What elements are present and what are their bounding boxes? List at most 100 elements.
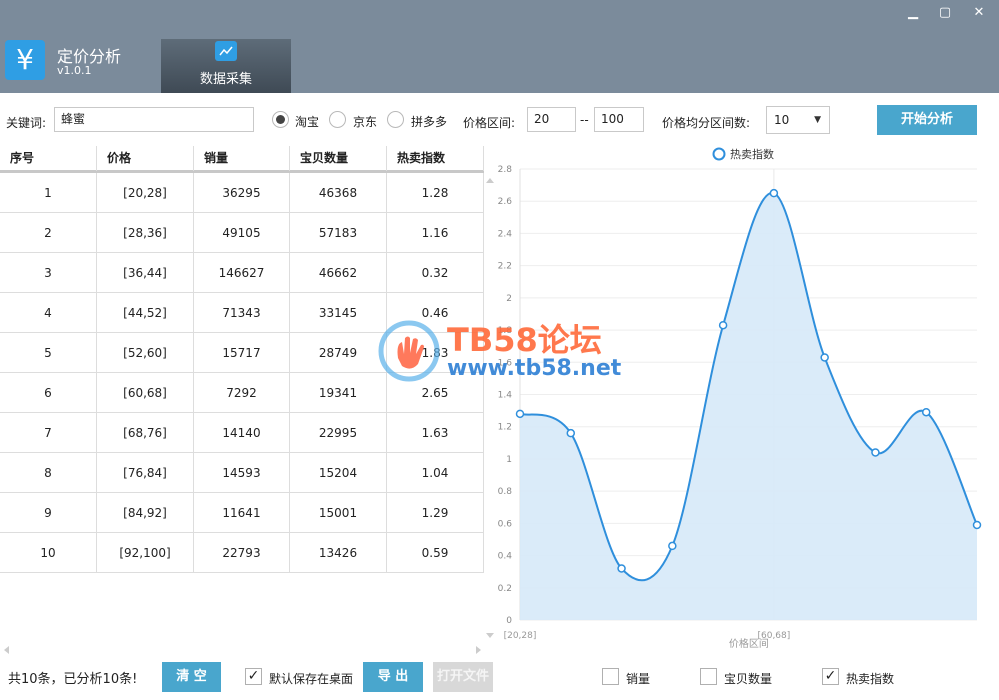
y-tick-label: 2.2 [498, 262, 512, 272]
series-toggle-items-label: 宝贝数量 [724, 672, 773, 686]
series-toggle-sales[interactable] [602, 668, 619, 685]
y-tick-label: 1 [506, 455, 512, 465]
table-cell: 49105 [194, 213, 290, 253]
open-file-button[interactable]: 打开文件 [433, 662, 493, 692]
x-tick-label: [20,28] [504, 631, 537, 641]
series-toggle-items[interactable] [700, 668, 717, 685]
table-cell: 10 [0, 533, 97, 573]
table-row[interactable]: 2 [28,36] 49105 57183 1.16 [0, 213, 484, 253]
save-desktop-checkbox[interactable]: ✓ [245, 668, 262, 685]
price-separator: -- [580, 113, 589, 127]
status-text: 共10条，已分析10条! [8, 672, 138, 687]
table-row[interactable]: 1 [20,28] 36295 46368 1.28 [0, 173, 484, 213]
y-tick-label: 2 [506, 294, 512, 304]
table-cell: [68,76] [97, 413, 194, 453]
intervals-label: 价格均分区间数: [662, 116, 751, 130]
table-header: 序号 价格 销量 宝贝数量 热卖指数 [0, 146, 484, 173]
radio-pdd[interactable] [387, 111, 404, 128]
minimize-icon[interactable]: ▁ [903, 3, 923, 23]
y-tick-label: 0 [506, 616, 512, 626]
scroll-left-icon[interactable] [4, 646, 9, 654]
y-tick-label: 0.6 [498, 519, 513, 529]
y-tick-label: 0.2 [498, 584, 512, 594]
table-row[interactable]: 8 [76,84] 14593 15204 1.04 [0, 453, 484, 493]
column-header[interactable]: 宝贝数量 [290, 146, 387, 171]
radio-jd[interactable] [329, 111, 346, 128]
table-cell: [84,92] [97, 493, 194, 533]
y-tick-label: 0.4 [498, 552, 513, 562]
column-header[interactable]: 热卖指数 [387, 146, 484, 171]
legend-marker [712, 147, 726, 161]
price-min-input[interactable]: 20 [527, 107, 576, 132]
table-cell: 146627 [194, 253, 290, 293]
data-point [871, 448, 880, 457]
table-cell: 1.04 [387, 453, 484, 493]
table-cell: 46368 [290, 173, 387, 213]
maximize-icon[interactable]: ▢ [935, 3, 955, 23]
data-point [921, 407, 931, 417]
app-version: v1.0.1 [57, 64, 92, 77]
table-cell: 0.32 [387, 253, 484, 293]
table-cell: 8 [0, 453, 97, 493]
table-cell: [28,36] [97, 213, 194, 253]
hot-sale-index-chart: 00.20.40.60.811.21.41.61.822.22.42.62.8[… [498, 147, 982, 650]
table-cell: 22995 [290, 413, 387, 453]
yen-logo-icon: ¥ [5, 40, 45, 80]
table-cell: 71343 [194, 293, 290, 333]
table-row[interactable]: 9 [84,92] 11641 15001 1.29 [0, 493, 484, 533]
start-analysis-button[interactable]: 开始分析 [877, 105, 977, 135]
watermark-title: TB58论坛 [447, 321, 602, 359]
table-cell: 0.59 [387, 533, 484, 573]
table-cell: 22793 [194, 533, 290, 573]
table-cell: 15204 [290, 453, 387, 493]
keyword-input[interactable]: 蜂蜜 [54, 107, 254, 132]
table-cell: 4 [0, 293, 97, 333]
export-button[interactable]: 导 出 [363, 662, 423, 692]
column-header[interactable]: 价格 [97, 146, 194, 171]
radio-pdd-label: 拼多多 [411, 115, 448, 129]
title-bar: ¥ 定价分析 v1.0.1 数据采集 ▁ ▢ ✕ [0, 0, 999, 93]
line-chart-icon [215, 41, 237, 61]
table-cell: 7292 [194, 373, 290, 413]
tab-data-collection[interactable]: 数据采集 [161, 39, 291, 93]
table-row[interactable]: 3 [36,44] 146627 46662 0.32 [0, 253, 484, 293]
y-tick-label: 1.4 [498, 391, 513, 401]
y-tick-label: 2.6 [498, 197, 513, 207]
data-point [617, 564, 626, 573]
table-row[interactable]: 10 [92,100] 22793 13426 0.59 [0, 533, 484, 573]
table-cell: 11641 [194, 493, 290, 533]
chevron-down-icon: ▼ [814, 115, 821, 125]
radio-taobao[interactable] [272, 111, 289, 128]
price-range-label: 价格区间: [463, 116, 516, 130]
table-cell: 6 [0, 373, 97, 413]
data-point [668, 541, 677, 551]
table-cell: [92,100] [97, 533, 194, 573]
y-tick-label: 0.8 [498, 487, 513, 497]
column-header[interactable]: 销量 [194, 146, 290, 171]
scroll-right-icon[interactable] [476, 646, 481, 654]
table-cell: [20,28] [97, 173, 194, 213]
tab-label: 数据采集 [199, 72, 252, 87]
y-tick-label: 2.8 [498, 165, 513, 175]
x-axis-title: 价格区间 [729, 637, 769, 650]
data-point [972, 520, 982, 530]
radio-taobao-label: 淘宝 [295, 115, 320, 129]
data-point [566, 428, 576, 438]
table-cell: 57183 [290, 213, 387, 253]
legend-label: 热卖指数 [730, 147, 774, 161]
table-cell: 36295 [194, 173, 290, 213]
table-cell: 9 [0, 493, 97, 533]
table-row[interactable]: 7 [68,76] 14140 22995 1.63 [0, 413, 484, 453]
column-header[interactable]: 序号 [0, 146, 97, 171]
series-toggle-sales-label: 销量 [626, 672, 651, 686]
close-icon[interactable]: ✕ [969, 3, 989, 23]
table-cell: 33145 [290, 293, 387, 333]
data-point [820, 353, 829, 362]
y-tick-label: 2.4 [498, 229, 513, 239]
clear-button[interactable]: 清 空 [162, 662, 221, 692]
series-toggle-hot-index[interactable]: ✓ [822, 668, 839, 685]
price-max-input[interactable]: 100 [594, 107, 644, 132]
intervals-select[interactable]: 10 ▼ [766, 106, 830, 134]
table-cell: 14140 [194, 413, 290, 453]
intervals-value: 10 [774, 113, 790, 127]
